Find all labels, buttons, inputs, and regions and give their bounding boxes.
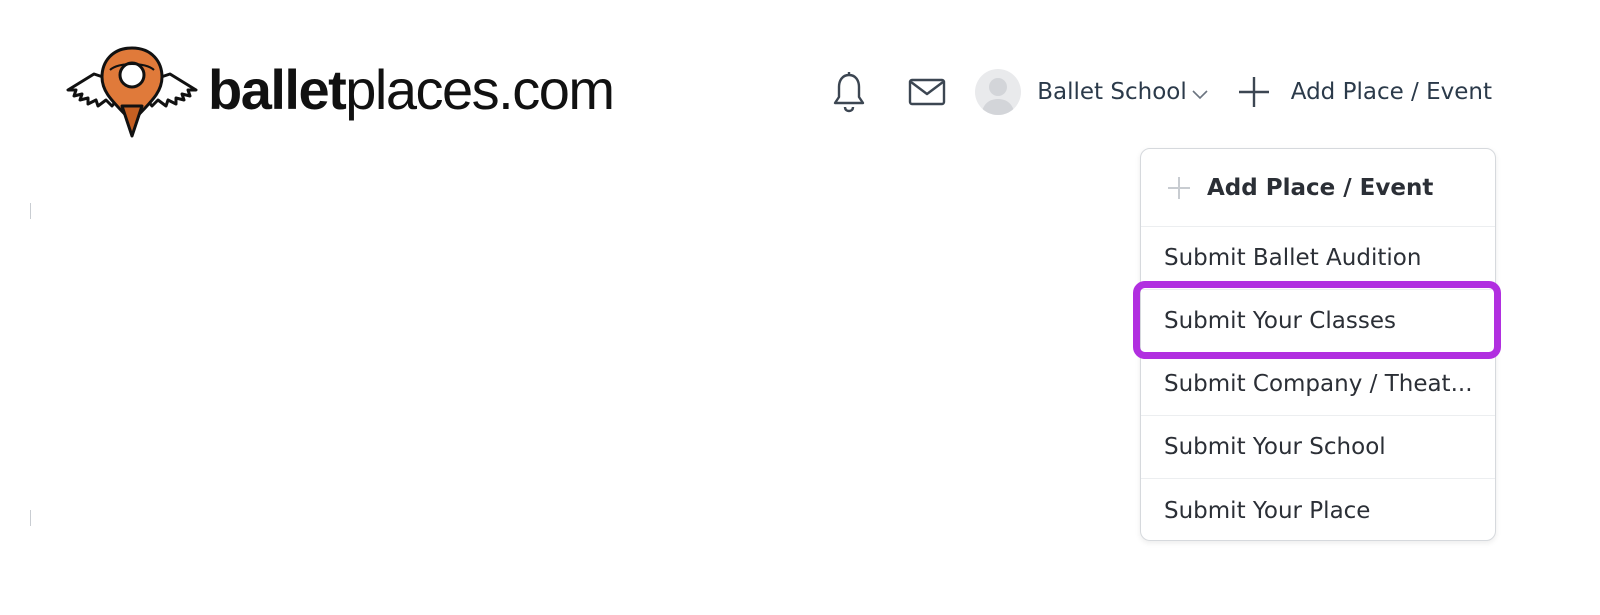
map-pin-with-wings-icon xyxy=(66,46,198,138)
chevron-down-icon xyxy=(1192,90,1208,100)
account-menu[interactable]: Ballet School xyxy=(975,69,1209,115)
edge-mark xyxy=(30,203,31,219)
dropdown-header: Add Place / Event xyxy=(1141,149,1495,227)
menu-item-label: Submit Ballet Audition xyxy=(1164,245,1422,271)
edge-mark xyxy=(30,510,31,526)
page: balletplaces.com Ballet School Add Place… xyxy=(0,0,1600,615)
menu-item-submit-your-school[interactable]: Submit Your School xyxy=(1141,416,1495,479)
menu-item-submit-company-theatre[interactable]: Submit Company / Theat... xyxy=(1141,353,1495,416)
menu-item-label: Submit Company / Theat... xyxy=(1164,371,1473,397)
envelope-icon xyxy=(909,78,946,106)
bell-icon xyxy=(834,72,865,113)
header-actions: Ballet School Add Place / Event xyxy=(829,62,1492,122)
menu-item-label: Submit Your School xyxy=(1164,434,1386,460)
plus-icon xyxy=(1238,77,1269,107)
messages-button[interactable] xyxy=(907,72,947,112)
dropdown-title: Add Place / Event xyxy=(1207,174,1434,201)
menu-item-label: Submit Your Place xyxy=(1164,497,1371,524)
user-avatar-icon xyxy=(975,69,1022,115)
notifications-button[interactable] xyxy=(829,69,869,115)
site-logo[interactable]: balletplaces.com xyxy=(66,44,615,140)
menu-item-submit-your-place[interactable]: Submit Your Place xyxy=(1141,479,1495,542)
add-place-event-button[interactable]: Add Place / Event xyxy=(1237,75,1492,109)
logo-text-light: places.com xyxy=(345,58,615,121)
menu-item-submit-ballet-audition[interactable]: Submit Ballet Audition xyxy=(1141,227,1495,290)
account-name: Ballet School xyxy=(1037,79,1187,105)
menu-item-submit-your-classes[interactable]: Submit Your Classes xyxy=(1141,290,1495,353)
site-logo-wordmark: balletplaces.com xyxy=(208,62,615,118)
add-place-event-dropdown: Add Place / Event Submit Ballet Audition… xyxy=(1140,148,1496,541)
logo-text-bold: ballet xyxy=(208,58,347,121)
add-place-event-label: Add Place / Event xyxy=(1290,79,1492,105)
plus-icon xyxy=(1168,176,1190,199)
menu-item-label: Submit Your Classes xyxy=(1164,308,1396,334)
